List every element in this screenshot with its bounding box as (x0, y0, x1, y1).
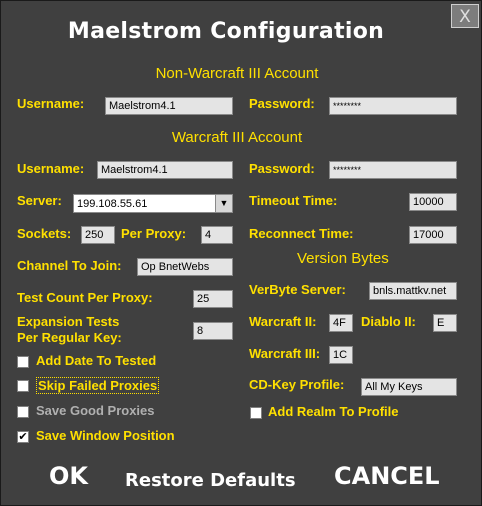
server-label: Server: (17, 193, 62, 208)
version-bytes-heading: Version Bytes (297, 250, 389, 267)
save-window-label[interactable]: Save Window Position (36, 428, 175, 443)
expansion-tests-field[interactable]: 8 (193, 322, 233, 340)
warcraft3-field[interactable]: 1C (329, 346, 353, 364)
channel-label: Channel To Join: (17, 258, 122, 273)
chevron-down-icon[interactable]: ▼ (215, 195, 232, 212)
wc3-password-field[interactable]: ******** (329, 161, 457, 179)
skip-failed-checkbox[interactable] (17, 380, 29, 392)
ok-button[interactable]: OK (49, 462, 88, 490)
add-date-checkbox[interactable] (17, 356, 29, 368)
expansion-tests-label-line1: Expansion Tests (17, 314, 120, 329)
non-wc3-password-label: Password: (249, 96, 315, 111)
expansion-tests-label-line2: Per Regular Key: (17, 330, 122, 345)
per-proxy-label: Per Proxy: (121, 226, 187, 241)
window-title: Maelstrom Configuration (67, 19, 385, 44)
timeout-label: Timeout Time: (249, 193, 338, 208)
non-wc3-username-label: Username: (17, 96, 85, 111)
save-good-checkbox[interactable] (17, 406, 29, 418)
restore-defaults-button[interactable]: Restore Defaults (125, 470, 296, 491)
server-select-value: 199.108.55.61 (77, 198, 148, 210)
save-good-label[interactable]: Save Good Proxies (36, 403, 155, 418)
cdkey-profile-label: CD-Key Profile: (249, 377, 345, 392)
timeout-field[interactable]: 10000 (409, 193, 457, 211)
reconnect-field[interactable]: 17000 (409, 226, 457, 244)
non-wc3-password-field[interactable]: ******** (329, 97, 457, 115)
wc3-password-label: Password: (249, 161, 315, 176)
verbyte-server-label: VerByte Server: (249, 282, 346, 297)
per-proxy-field[interactable]: 4 (201, 226, 233, 244)
save-window-checkbox[interactable]: ✔ (17, 431, 29, 443)
wc3-heading: Warcraft III Account (171, 129, 303, 146)
channel-field[interactable]: Op BnetWebs (137, 258, 233, 276)
cdkey-profile-field[interactable]: All My Keys (361, 378, 457, 396)
non-wc3-heading: Non-Warcraft III Account (155, 65, 319, 82)
warcraft2-label: Warcraft II: (249, 314, 317, 329)
wc3-username-field[interactable]: Maelstrom4.1 (97, 161, 233, 179)
test-count-label: Test Count Per Proxy: (17, 290, 153, 305)
sockets-label: Sockets: (17, 226, 72, 241)
verbyte-server-field[interactable]: bnls.mattkv.net (369, 282, 457, 300)
diablo2-field[interactable]: E (433, 314, 457, 332)
wc3-username-label: Username: (17, 161, 85, 176)
server-select[interactable]: 199.108.55.61 ▼ (73, 194, 233, 213)
config-window: Maelstrom Configuration X Non-Warcraft I… (0, 0, 482, 506)
non-wc3-username-field[interactable]: Maelstrom4.1 (105, 97, 233, 115)
test-count-field[interactable]: 25 (193, 290, 233, 308)
sockets-field[interactable]: 250 (81, 226, 115, 244)
add-realm-label[interactable]: Add Realm To Profile (268, 404, 399, 419)
warcraft3-label: Warcraft III: (249, 346, 321, 361)
warcraft2-field[interactable]: 4F (329, 314, 353, 332)
add-date-label[interactable]: Add Date To Tested (36, 353, 156, 368)
diablo2-label: Diablo II: (361, 314, 416, 329)
cancel-button[interactable]: CANCEL (334, 462, 440, 490)
reconnect-label: Reconnect Time: (249, 226, 354, 241)
close-button[interactable]: X (451, 4, 479, 28)
add-realm-checkbox[interactable] (250, 407, 262, 419)
skip-failed-label[interactable]: Skip Failed Proxies (36, 377, 160, 394)
